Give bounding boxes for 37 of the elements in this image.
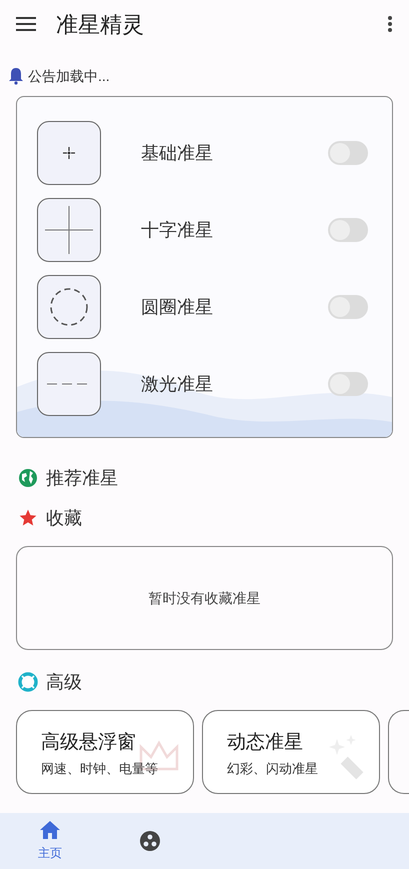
globe-icon xyxy=(18,468,38,488)
feature-title: 动态准星 xyxy=(227,731,304,755)
feature-title: 高级悬浮窗 xyxy=(41,731,137,755)
toggle-switch[interactable] xyxy=(328,141,368,165)
crosshair-label: 十字准星 xyxy=(141,218,214,242)
crosshair-label: 激光准星 xyxy=(141,372,214,396)
crosshair-preview[interactable] xyxy=(37,352,101,416)
crosshair-label: 圆圈准星 xyxy=(141,296,214,318)
section-title: 收藏 xyxy=(46,506,82,530)
more-icon[interactable] xyxy=(387,15,393,33)
feature-subtitle: 网速、时钟、电量等 xyxy=(41,760,159,778)
feature-card[interactable]: 动态准星 幻彩、闪动准星 xyxy=(202,710,380,794)
crosshair-preview[interactable] xyxy=(37,275,101,339)
bell-icon xyxy=(8,67,24,85)
section-title: 推荐准星 xyxy=(46,466,118,490)
feature-card[interactable]: 高级悬浮窗 网速、时钟、电量等 xyxy=(16,710,194,794)
crosshair-preview[interactable] xyxy=(37,121,101,185)
section-title: 高级 xyxy=(46,670,82,694)
dots-icon xyxy=(139,830,161,852)
star-icon xyxy=(18,508,38,528)
feature-card[interactable] xyxy=(388,710,409,794)
crosshair-label: 基础准星 xyxy=(141,142,214,164)
app-title: 准星精灵 xyxy=(56,10,145,38)
notice-text: 公告加载中... xyxy=(28,66,110,86)
menu-icon[interactable] xyxy=(16,16,36,32)
toggle-switch[interactable] xyxy=(328,372,368,396)
toggle-switch[interactable] xyxy=(328,218,368,242)
crosshair-icon xyxy=(63,147,75,159)
lifebuoy-icon xyxy=(18,672,38,692)
crosshair-preview[interactable] xyxy=(37,198,101,262)
nav-label: 主页 xyxy=(38,845,62,862)
feature-subtitle: 幻彩、闪动准星 xyxy=(227,760,319,778)
home-icon xyxy=(39,820,61,840)
dashed-circle-icon xyxy=(50,288,88,326)
crosshair-icon xyxy=(45,206,93,254)
empty-message: 暂时没有收藏准星 xyxy=(148,588,260,608)
toggle-switch[interactable] xyxy=(328,295,368,319)
